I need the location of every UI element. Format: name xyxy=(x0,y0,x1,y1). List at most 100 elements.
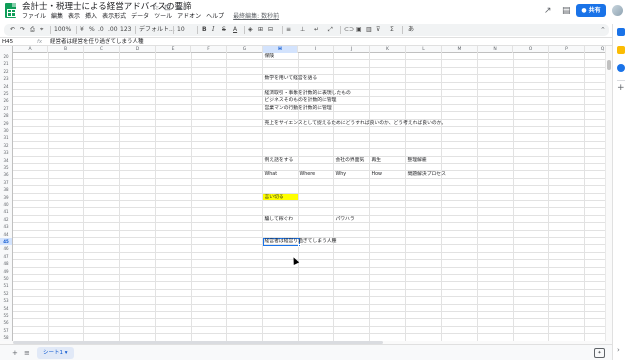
font-size-select[interactable]: 10 xyxy=(177,24,185,36)
cell-j36[interactable]: Why xyxy=(336,171,347,178)
menu-edit[interactable]: 編集 xyxy=(51,13,63,20)
column-header-g[interactable]: G xyxy=(227,46,263,53)
insert-link-icon[interactable]: ⊂⊃ xyxy=(344,24,354,36)
cell-l36[interactable]: 問題解決プロセス xyxy=(408,171,446,178)
row-header[interactable]: 58 xyxy=(0,334,13,341)
menu-tools[interactable]: ツール xyxy=(154,13,172,20)
explore-button[interactable]: ✦ xyxy=(594,348,605,358)
expand-side-panel-icon[interactable]: › xyxy=(617,346,620,355)
row-header[interactable]: 44 xyxy=(0,230,13,238)
cell-k36[interactable]: How xyxy=(372,171,382,178)
column-header-j[interactable]: J xyxy=(334,46,370,53)
column-header-b[interactable]: B xyxy=(48,46,84,53)
menu-data[interactable]: データ xyxy=(131,13,149,20)
row-header[interactable]: 46 xyxy=(0,245,13,253)
vertical-align-icon[interactable]: ⊥ xyxy=(300,24,305,36)
italic-button[interactable]: I xyxy=(212,24,214,36)
cell-k34[interactable]: 再生 xyxy=(372,157,382,164)
column-header-f[interactable]: F xyxy=(191,46,227,53)
cell-h45[interactable]: 経営者は経営り過ぎてしまう人種 xyxy=(265,238,337,245)
row-header[interactable]: 29 xyxy=(0,119,13,127)
menu-insert[interactable]: 挿入 xyxy=(85,13,97,20)
row-header[interactable]: 54 xyxy=(0,304,13,312)
column-header-h[interactable]: H xyxy=(263,46,298,53)
row-header[interactable]: 37 xyxy=(0,178,13,187)
row-header[interactable]: 56 xyxy=(0,319,13,327)
name-box[interactable]: H45 xyxy=(2,38,32,46)
row-header[interactable]: 27 xyxy=(0,104,13,113)
row-header[interactable]: 42 xyxy=(0,215,13,224)
print-icon[interactable]: ⎙ xyxy=(30,24,35,36)
row-header[interactable]: 28 xyxy=(0,112,13,120)
row-header[interactable]: 50 xyxy=(0,275,13,283)
add-sheet-icon[interactable]: + xyxy=(12,348,18,358)
cell-h39[interactable]: 言い切る xyxy=(265,194,284,201)
sheet-tab-menu-icon[interactable]: ▾ xyxy=(65,350,68,356)
column-header-m[interactable]: M xyxy=(442,46,478,53)
decrease-decimal-button[interactable]: .0 xyxy=(98,24,104,36)
row-header[interactable]: 52 xyxy=(0,289,13,298)
vertical-scrollbar[interactable] xyxy=(605,46,612,341)
row-header[interactable]: 48 xyxy=(0,260,13,268)
column-header-p[interactable]: P xyxy=(549,46,585,53)
column-header-c[interactable]: C xyxy=(84,46,120,53)
cell-h29[interactable]: 売上をサイエンスとして捉えるためにどうすれば良いのか、どう考えれば良いのか。 xyxy=(265,120,447,127)
cell-j34[interactable]: 会社の界面気 xyxy=(336,157,365,164)
row-header[interactable]: 33 xyxy=(0,149,13,157)
row-header[interactable]: 53 xyxy=(0,297,13,305)
horizontal-align-icon[interactable]: ≡ xyxy=(286,24,291,36)
account-avatar[interactable] xyxy=(612,5,623,16)
cell-j42[interactable]: パワハラ xyxy=(336,216,355,223)
borders-icon[interactable]: ⊞ xyxy=(258,24,263,36)
get-addons-icon[interactable]: + xyxy=(617,84,625,93)
row-header[interactable]: 39 xyxy=(0,193,13,201)
column-header-l[interactable]: L xyxy=(406,46,442,53)
row-header[interactable]: 36 xyxy=(0,171,13,179)
text-rotation-icon[interactable]: ⤢ xyxy=(328,24,333,36)
row-header[interactable]: 45 xyxy=(0,238,13,246)
cloud-status-icon[interactable]: ☁ xyxy=(175,3,183,13)
menu-addons[interactable]: アドオン xyxy=(177,13,201,20)
all-sheets-icon[interactable]: ≡ xyxy=(24,348,30,358)
row-header[interactable]: 35 xyxy=(0,164,13,172)
cell-i36[interactable]: Where xyxy=(300,171,316,178)
merge-cells-icon[interactable]: ⊟ xyxy=(268,24,273,36)
bold-button[interactable]: B xyxy=(202,24,207,36)
input-tools-icon[interactable]: あ xyxy=(408,24,414,36)
filter-icon[interactable]: ⊽ xyxy=(376,24,380,36)
increase-decimal-button[interactable]: .00 xyxy=(108,24,118,36)
functions-icon[interactable]: Σ xyxy=(390,24,394,36)
more-formats-select[interactable]: 123 xyxy=(120,24,131,36)
menu-view[interactable]: 表示 xyxy=(68,13,80,20)
undo-icon[interactable]: ↶ xyxy=(10,24,15,36)
column-header-e[interactable]: E xyxy=(156,46,191,53)
row-header[interactable]: 21 xyxy=(0,60,13,68)
row-header[interactable]: 22 xyxy=(0,67,13,76)
font-family-select[interactable]: デフォルト... xyxy=(139,24,175,36)
row-header[interactable]: 32 xyxy=(0,141,13,150)
row-header[interactable]: 23 xyxy=(0,75,13,83)
spreadsheet-grid[interactable]: ABCDEFGHIJKLMNOPQ 20 21 22 23 24 25 26 27 28 29 30… xyxy=(0,46,605,341)
tasks-icon[interactable] xyxy=(617,64,625,72)
column-header-q[interactable]: Q xyxy=(585,46,605,53)
activity-trend-icon[interactable]: ↗ xyxy=(544,6,552,16)
row-header[interactable]: 38 xyxy=(0,186,13,194)
collapse-toolbar-icon[interactable]: ⌃ xyxy=(600,24,606,36)
percent-format-button[interactable]: % xyxy=(89,24,95,36)
text-wrap-icon[interactable]: ↵ xyxy=(314,24,319,36)
column-header-a[interactable]: A xyxy=(13,46,48,53)
cell-h27[interactable]: 営業マンの行動を計数的に管理 xyxy=(265,105,332,112)
row-header[interactable]: 26 xyxy=(0,97,13,105)
row-header[interactable]: 41 xyxy=(0,208,13,216)
cell-h23[interactable]: 数学を用いて経営を語る xyxy=(265,75,318,82)
row-header[interactable]: 55 xyxy=(0,312,13,320)
comment-history-icon[interactable]: ▤ xyxy=(562,6,571,16)
cell-l34[interactable]: 整理解雇 xyxy=(408,157,427,164)
row-header[interactable]: 25 xyxy=(0,90,13,98)
fill-color-icon[interactable]: ◈ xyxy=(248,24,253,36)
text-color-button[interactable]: A xyxy=(233,24,237,36)
column-header-n[interactable]: N xyxy=(478,46,513,53)
row-header[interactable]: 51 xyxy=(0,282,13,290)
insert-chart-icon[interactable]: ▥ xyxy=(366,24,372,36)
keep-icon[interactable] xyxy=(617,46,625,54)
